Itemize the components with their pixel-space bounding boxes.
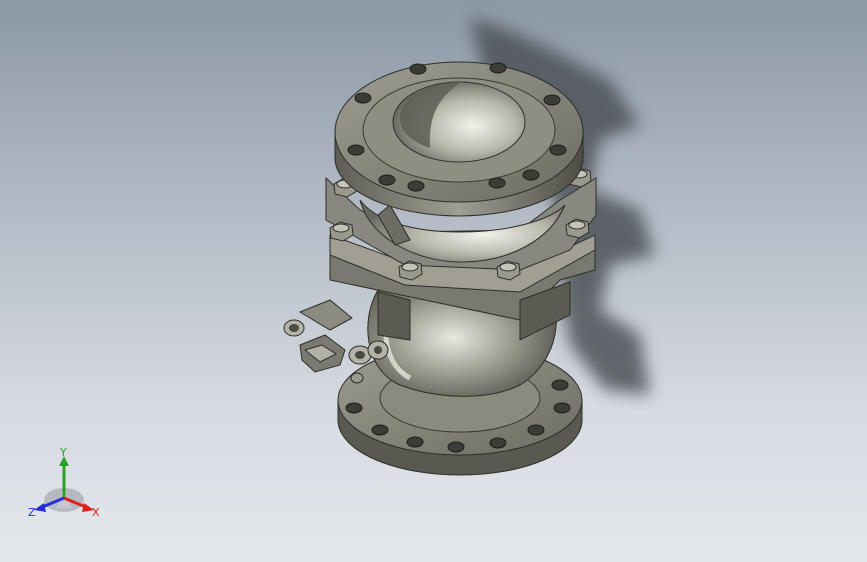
z-axis-label: Z: [28, 506, 36, 519]
z-axis-arrowhead: [34, 503, 46, 512]
y-axis-label: Y: [59, 448, 67, 459]
view-orientation-triad[interactable]: Y X Z: [26, 446, 106, 522]
graphics-viewport[interactable]: Y X Z: [0, 0, 867, 562]
hex-nut: [329, 221, 354, 242]
upper-flange[interactable]: [334, 61, 584, 217]
x-axis-label: X: [92, 506, 100, 519]
ball-valve-model[interactable]: [0, 0, 867, 562]
triad-graphic: Y X Z: [28, 446, 100, 519]
